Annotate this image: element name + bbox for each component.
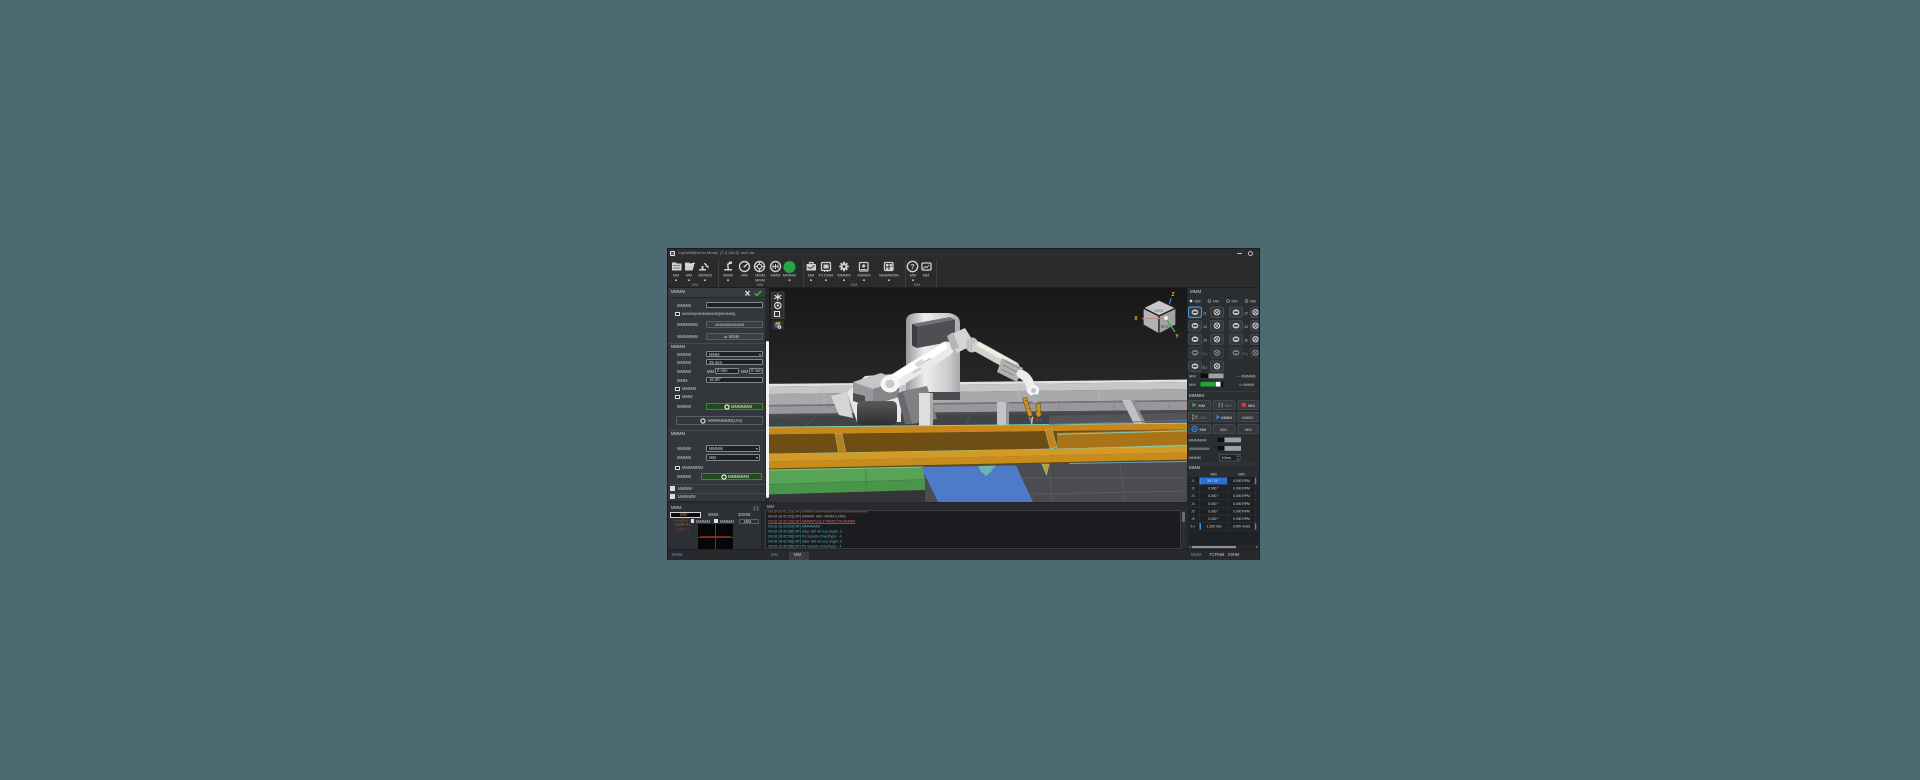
svg-text:MM: MM (741, 272, 747, 277)
svg-text:MMMM: MMMM (1189, 456, 1201, 460)
svg-text:MM: MM (1250, 300, 1256, 304)
svg-text:MM: MM (923, 272, 929, 277)
svg-text:MMMMMM: MMMMMM (1189, 438, 1207, 442)
svg-text:MM: MM (673, 272, 679, 277)
svg-text:MMM: MMM (1189, 465, 1200, 470)
svg-text:0.000 RPM: 0.000 RPM (1233, 494, 1250, 498)
svg-text:MM: MM (914, 281, 921, 286)
svg-text:MMMMMM: MMMMMM (879, 272, 898, 277)
svg-text:MMM: MMM (1190, 289, 1201, 294)
svg-text:MAX: MAX (1154, 308, 1163, 313)
svg-text:MMMM: MMMM (783, 272, 796, 277)
svg-text:MMMM: MMMM (1242, 416, 1253, 420)
svg-text:0.000 °: 0.000 ° (1208, 509, 1219, 513)
svg-text:0.000 RPM: 0.000 RPM (1233, 479, 1250, 483)
svg-text:?: ? (910, 262, 915, 271)
svg-text:J1: J1 (1191, 479, 1195, 483)
svg-text:MM: MM (1189, 374, 1196, 379)
svg-text:Z: Z (1171, 292, 1174, 298)
svg-text:MMMM: MMMM (838, 272, 851, 277)
svg-text:MMMM: MMMM (1221, 416, 1232, 420)
svg-text:J2: J2 (1244, 312, 1248, 316)
svg-text:MM: MM (1213, 300, 1219, 304)
svg-text:96.726 °: 96.726 ° (1207, 479, 1220, 483)
svg-text:J3: J3 (1191, 494, 1195, 498)
svg-text:6.x: 6.x (1191, 525, 1196, 529)
svg-text:0.000 °: 0.000 ° (1208, 487, 1219, 491)
svg-text:MM: MM (1200, 427, 1207, 432)
svg-text:MMMM: MMMM (1189, 393, 1204, 398)
svg-text:MMMM: MMMM (858, 272, 871, 277)
svg-text:J2: J2 (1191, 487, 1195, 491)
svg-text:MM: MM (1225, 403, 1232, 408)
svg-text:MM: MM (1220, 427, 1227, 432)
svg-text:MM: MM (692, 281, 699, 286)
svg-text:-1.525 mm: -1.525 mm (1206, 525, 1222, 529)
svg-text:J4: J4 (1244, 325, 1248, 329)
svg-text:MMWM: MMWM (698, 272, 711, 277)
svg-text:0.000 RPM: 0.000 RPM (1233, 487, 1250, 491)
svg-text:MM: MM (808, 272, 814, 277)
svg-text:MM: MM (1248, 403, 1255, 408)
svg-text:⊙ MMMM: ⊙ MMMM (1239, 383, 1254, 387)
svg-text:6.x: 6.x (1203, 352, 1208, 356)
svg-text:MM: MM (1232, 300, 1238, 304)
svg-text:0.000 RPM: 0.000 RPM (1233, 509, 1250, 513)
svg-text:0.000 °: 0.000 ° (1208, 517, 1219, 521)
svg-text:0.000 RPM: 0.000 RPM (1233, 517, 1250, 521)
svg-text:MM: MM (757, 281, 764, 286)
svg-text:MMM: MMM (771, 272, 781, 277)
svg-text:PLCMM: PLCMM (819, 272, 833, 277)
svg-text:MMM: MMM (723, 272, 733, 277)
svg-text:0.000 °: 0.000 ° (1208, 494, 1219, 498)
svg-text:0.000 °: 0.000 ° (1208, 502, 1219, 506)
svg-text:J1: J1 (1203, 312, 1207, 316)
svg-text:MM: MM (686, 272, 692, 277)
svg-text:MM: MM (1200, 415, 1207, 420)
svg-text:MM: MM (910, 272, 916, 277)
svg-text:6.y: 6.y (1244, 352, 1249, 356)
svg-text:6.z: 6.z (1203, 366, 1208, 370)
svg-text:MM: MM (1245, 427, 1252, 432)
svg-text:J6: J6 (1191, 517, 1195, 521)
svg-text:0.000 mm/s: 0.000 mm/s (1233, 525, 1251, 529)
svg-text:MM: MM (1189, 382, 1196, 387)
svg-text:J4: J4 (1191, 502, 1195, 506)
svg-text:J5: J5 (1203, 339, 1207, 343)
svg-text:MM: MM (1195, 300, 1201, 304)
svg-text:MM: MM (1199, 403, 1206, 408)
svg-text:MM: MM (1238, 473, 1244, 477)
svg-text:J6: J6 (1244, 339, 1248, 343)
svg-text:10mm: 10mm (1222, 456, 1232, 460)
svg-text:MMMMMMM: MMMMMMM (1189, 447, 1209, 451)
svg-text:MM: MM (1210, 473, 1216, 477)
svg-text:J5: J5 (1191, 509, 1195, 513)
svg-text:J3: J3 (1203, 325, 1207, 329)
svg-text:--- MMMMM: --- MMMMM (1237, 375, 1256, 379)
svg-text:0.000 RPM: 0.000 RPM (1233, 502, 1250, 506)
svg-text:MM: MM (851, 281, 858, 286)
